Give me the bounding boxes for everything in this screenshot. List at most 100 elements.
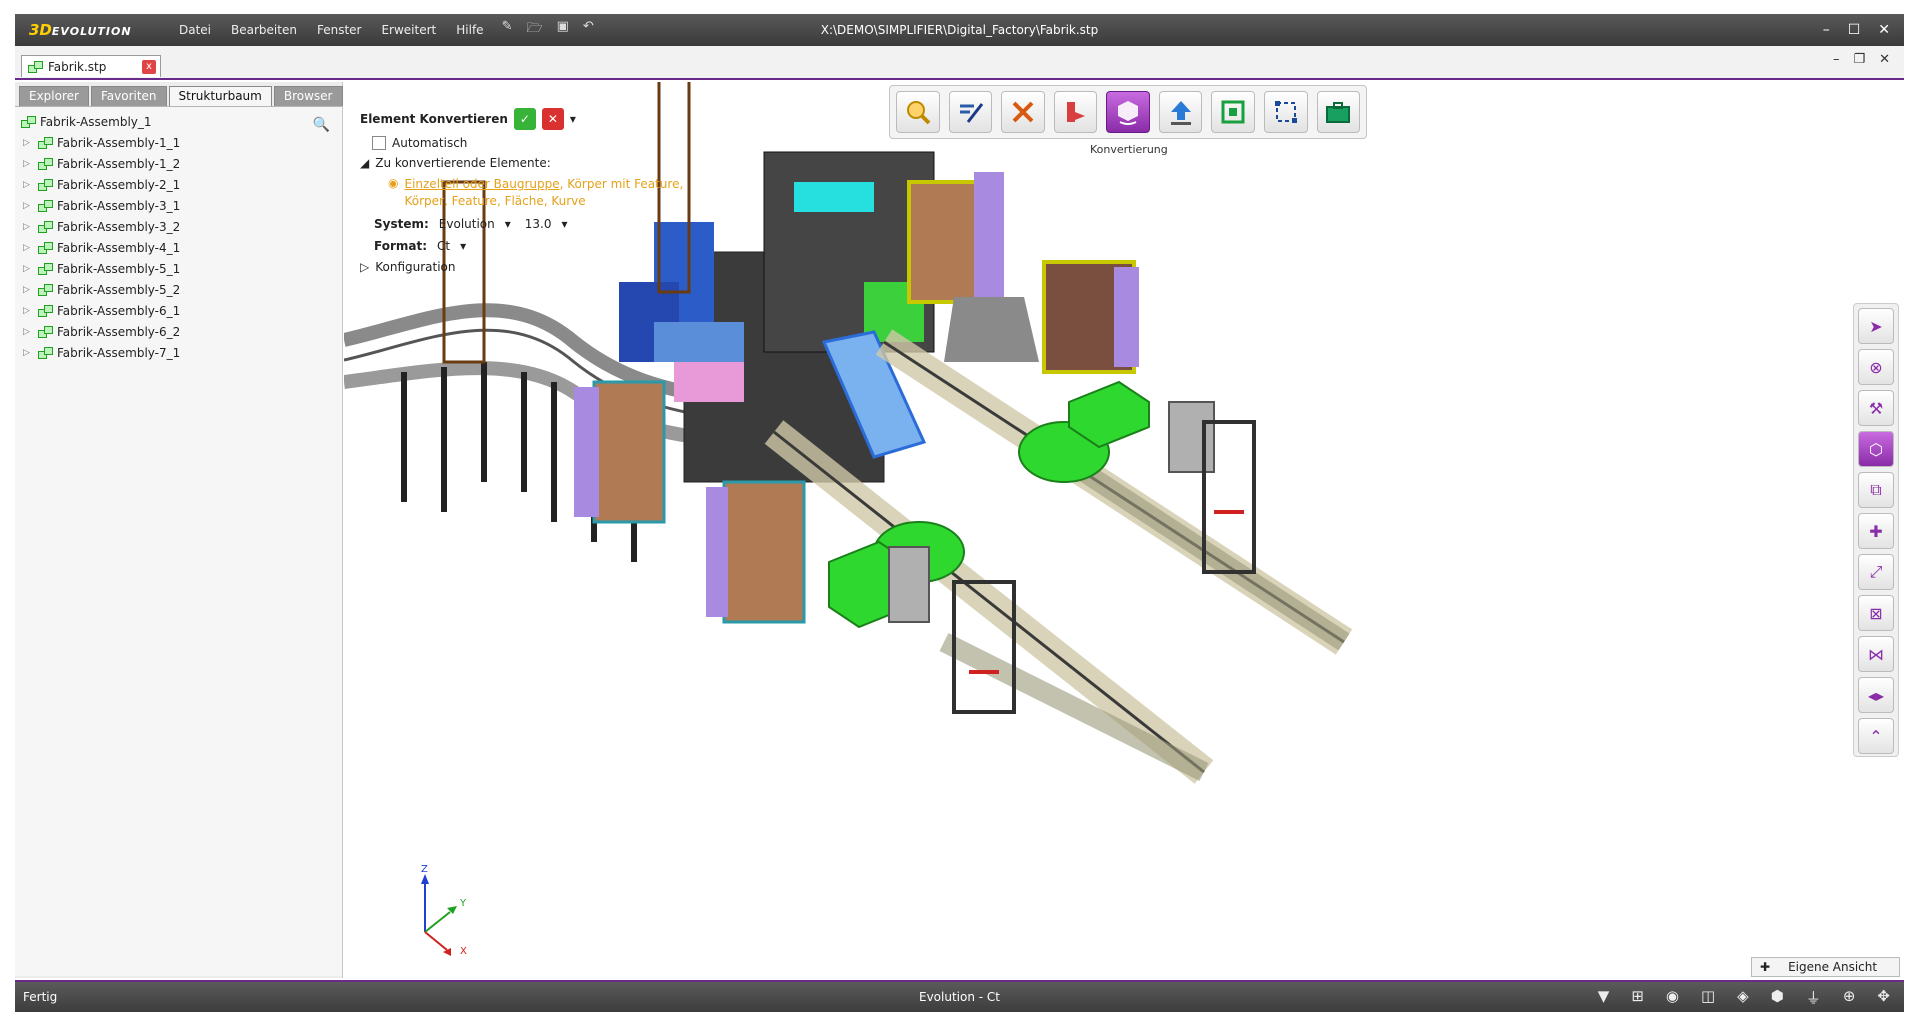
plane-icon[interactable]: ⏚: [1806, 987, 1821, 1008]
elements-link[interactable]: Einzelteil oder Baugruppe: [404, 177, 559, 191]
edit-button[interactable]: [948, 91, 993, 133]
tree-item[interactable]: ▷ Fabrik-Assembly-5_1: [15, 258, 342, 279]
tab-browser[interactable]: Browser: [273, 86, 343, 106]
structure-tree: 🔍 Fabrik-Assembly_1 ▷ Fabrik-Assembly-1_1…: [15, 106, 342, 976]
config-label[interactable]: Konfiguration: [375, 260, 455, 274]
toolbox-button[interactable]: [1316, 91, 1361, 133]
collapse-icon[interactable]: ◢: [360, 156, 369, 170]
doc-restore-button[interactable]: ❐: [1853, 52, 1865, 67]
expand-icon[interactable]: ▷: [23, 201, 33, 211]
split-button[interactable]: ⤢: [1858, 554, 1894, 590]
hammer-icon: ⚒: [1868, 398, 1884, 418]
close-tab-button[interactable]: x: [142, 59, 156, 74]
tools-button[interactable]: [1001, 91, 1045, 133]
select-box-button[interactable]: [1263, 91, 1308, 133]
tree-item[interactable]: ▷ Fabrik-Assembly-6_1: [15, 300, 342, 321]
automatic-checkbox[interactable]: [372, 136, 386, 150]
system-select[interactable]: Evolution ▾: [435, 216, 515, 232]
dropdown-arrow-icon[interactable]: ▾: [570, 112, 576, 126]
save-icon[interactable]: ▣: [557, 19, 569, 41]
doc-close-button[interactable]: ✕: [1879, 52, 1890, 67]
upload-icon: [1170, 101, 1191, 125]
cube-icon[interactable]: ◫: [1701, 987, 1715, 1008]
add-button[interactable]: ✚: [1858, 513, 1894, 549]
minimize-button[interactable]: –: [1823, 22, 1830, 38]
center-icon[interactable]: ⊕: [1843, 987, 1856, 1008]
tree-item[interactable]: ▷ Fabrik-Assembly-3_2: [15, 216, 342, 237]
deselect-button[interactable]: ⊗: [1858, 349, 1894, 385]
up-button[interactable]: ⌃: [1858, 718, 1894, 754]
menu-bar: Datei Bearbeiten Fenster Erweitert Hilfe: [179, 23, 484, 37]
confirm-button[interactable]: ✓: [513, 108, 536, 130]
expand-icon[interactable]: ▷: [23, 348, 33, 358]
join-icon: ⋈: [1868, 644, 1884, 664]
expand-icon[interactable]: ▷: [23, 180, 33, 190]
own-view-button[interactable]: ✚ Eigene Ansicht: [1751, 957, 1900, 977]
expand-icon[interactable]: ▷: [23, 327, 33, 337]
search-icon[interactable]: 🔍: [313, 117, 330, 133]
hammer-button[interactable]: ⚒: [1858, 390, 1894, 426]
ribbon-active-label: Konvertierung: [1090, 143, 1168, 156]
pin-icon[interactable]: ✎: [502, 19, 513, 41]
document-tab-row: Fabrik.stp x – ❐ ✕: [15, 46, 1904, 80]
separate-button[interactable]: ◂▸: [1858, 677, 1894, 713]
tree-item[interactable]: ▷ Fabrik-Assembly-3_1: [15, 195, 342, 216]
open-folder-icon[interactable]: 🗁: [526, 19, 542, 41]
analyze-button[interactable]: [896, 91, 940, 133]
menu-fenster[interactable]: Fenster: [317, 23, 362, 37]
hierarchy-icon[interactable]: ⊞: [1631, 987, 1644, 1008]
conversion-button[interactable]: [1106, 91, 1150, 133]
expand-icon[interactable]: ▷: [23, 285, 33, 295]
expand-icon[interactable]: ▷: [360, 260, 369, 274]
tree-item-label: Fabrik-Assembly-3_2: [57, 219, 181, 234]
format-select[interactable]: Ct ▾: [433, 238, 470, 254]
menu-bearbeiten[interactable]: Bearbeiten: [231, 23, 297, 37]
tree-item-label: Fabrik-Assembly-6_2: [57, 324, 181, 339]
convert-body-button[interactable]: ⬡: [1858, 431, 1894, 467]
tree-item[interactable]: ▷ Fabrik-Assembly-7_1: [15, 342, 342, 363]
tree-item[interactable]: ▷ Fabrik-Assembly-6_2: [15, 321, 342, 342]
document-tab[interactable]: Fabrik.stp x: [21, 55, 161, 77]
frame-icon: [1221, 100, 1245, 124]
tab-favoriten[interactable]: Favoriten: [90, 86, 167, 106]
expand-icon[interactable]: ▷: [23, 243, 33, 253]
shading-icon[interactable]: ◈: [1737, 987, 1749, 1008]
close-button[interactable]: ✕: [1878, 22, 1890, 38]
menu-datei[interactable]: Datei: [179, 23, 211, 37]
expand-icon[interactable]: ▷: [23, 138, 33, 148]
menu-hilfe[interactable]: Hilfe: [456, 23, 483, 37]
cancel-button[interactable]: ✕: [541, 108, 564, 130]
doc-minimize-button[interactable]: –: [1833, 52, 1840, 67]
tree-item[interactable]: ▷ Fabrik-Assembly-1_2: [15, 153, 342, 174]
expand-icon[interactable]: ▷: [23, 264, 33, 274]
tree-item[interactable]: ▷ Fabrik-Assembly-5_2: [15, 279, 342, 300]
view-cube-icon[interactable]: ⬢: [1771, 987, 1784, 1008]
tree-item[interactable]: ▷ Fabrik-Assembly-1_1: [15, 132, 342, 153]
select-arrow-button[interactable]: ➤: [1858, 308, 1894, 344]
tab-strukturbaum[interactable]: Strukturbaum: [168, 86, 272, 106]
feature-button[interactable]: [1053, 91, 1098, 133]
menu-erweitert[interactable]: Erweitert: [381, 23, 436, 37]
join-button[interactable]: ⋈: [1858, 636, 1894, 672]
tree-root[interactable]: Fabrik-Assembly_1: [15, 111, 342, 132]
tree-item[interactable]: ▷ Fabrik-Assembly-2_1: [15, 174, 342, 195]
undo-icon[interactable]: ↶: [583, 19, 594, 41]
version-select[interactable]: 13.0 ▾: [521, 216, 572, 232]
robot-cell-right: [907, 172, 1139, 374]
eye-icon[interactable]: ◉: [1666, 987, 1679, 1008]
filter-icon[interactable]: ▼: [1598, 987, 1610, 1008]
maximize-button[interactable]: ☐: [1848, 22, 1861, 38]
expand-icon[interactable]: ▷: [23, 159, 33, 169]
tree-item[interactable]: ▷ Fabrik-Assembly-4_1: [15, 237, 342, 258]
frame-button[interactable]: [1211, 91, 1255, 133]
box-cross-button[interactable]: ⊠: [1858, 595, 1894, 631]
expand-icon[interactable]: ▷: [23, 306, 33, 316]
title-bar: 3DEVOLUTION Datei Bearbeiten Fenster Erw…: [15, 14, 1904, 46]
tab-explorer[interactable]: Explorer: [19, 86, 89, 106]
export-button[interactable]: [1158, 91, 1203, 133]
move-icon[interactable]: ✥: [1877, 987, 1890, 1008]
component-button[interactable]: ⧉: [1858, 472, 1894, 508]
chevron-down-icon: ▾: [460, 239, 467, 253]
expand-icon[interactable]: ▷: [23, 222, 33, 232]
circle-x-icon: ⊗: [1869, 357, 1883, 377]
